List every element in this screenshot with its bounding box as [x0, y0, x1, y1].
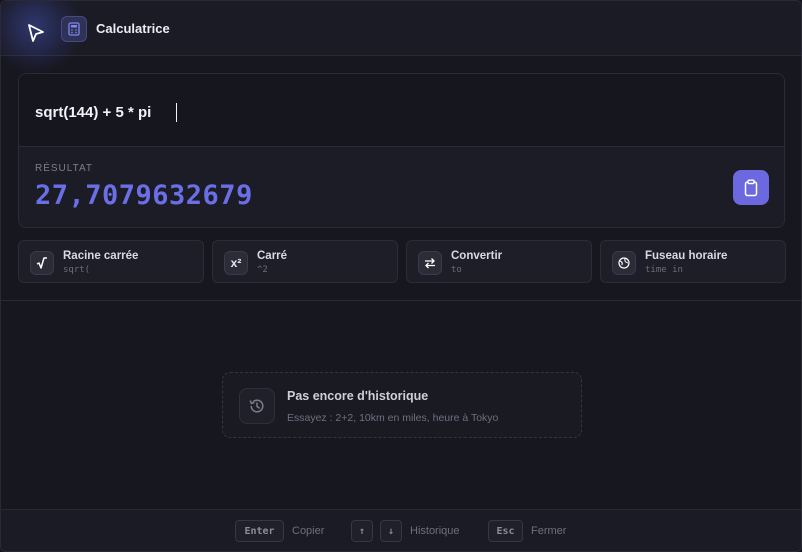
copy-result-button[interactable]: [733, 170, 769, 205]
chip-timezone[interactable]: Fuseau horaire time in: [600, 240, 786, 283]
enter-key: Enter: [235, 520, 284, 542]
text-caret: [176, 103, 177, 122]
app-title: Calculatrice: [96, 21, 170, 36]
cursor-arrow-icon: [28, 24, 44, 42]
chip-convert[interactable]: Convertir to: [406, 240, 592, 283]
result-value: 27,7079632679: [35, 180, 253, 211]
calculator-window: Calculatrice RÉSULTAT 27,7079632679 Raci…: [0, 0, 802, 552]
empty-history-title: Pas encore d'historique: [287, 389, 429, 403]
expression-input[interactable]: [35, 100, 735, 124]
chip-title: Racine carrée: [63, 250, 139, 262]
chip-syntax: sqrt(: [63, 265, 91, 275]
empty-history-card: Pas encore d'historique Essayez : 2+2, 1…: [222, 372, 582, 438]
chip-square[interactable]: x² Carré ^2: [212, 240, 398, 283]
convert-icon: [418, 251, 442, 275]
copy-shortcut-label: Copier: [292, 525, 325, 537]
history-icon: [239, 388, 275, 424]
globe-icon: [612, 251, 636, 275]
chip-title: Carré: [257, 250, 288, 262]
chip-title: Convertir: [451, 250, 503, 262]
expression-area: [19, 74, 784, 147]
chip-syntax: ^2: [257, 265, 268, 275]
chip-square-root[interactable]: Racine carrée sqrt(: [18, 240, 204, 283]
header-bar: Calculatrice: [1, 1, 801, 75]
chip-title: Fuseau horaire: [645, 250, 728, 262]
close-shortcut-label: Fermer: [531, 525, 567, 537]
section-divider: [1, 300, 801, 301]
clipboard-icon: [744, 179, 758, 196]
square-root-icon: [30, 251, 54, 275]
chip-syntax: time in: [645, 265, 683, 275]
down-arrow-key: ↓: [380, 520, 402, 542]
square-icon: x²: [224, 251, 248, 275]
calculator-card: RÉSULTAT 27,7079632679: [18, 73, 785, 228]
chip-syntax: to: [451, 265, 462, 275]
esc-key: Esc: [488, 520, 523, 542]
empty-history-hint: Essayez : 2+2, 10km en miles, heure à To…: [287, 412, 499, 424]
calculator-icon: [61, 16, 87, 42]
result-label: RÉSULTAT: [35, 163, 94, 174]
up-arrow-key: ↑: [351, 520, 373, 542]
history-shortcut-label: Historique: [410, 525, 460, 537]
